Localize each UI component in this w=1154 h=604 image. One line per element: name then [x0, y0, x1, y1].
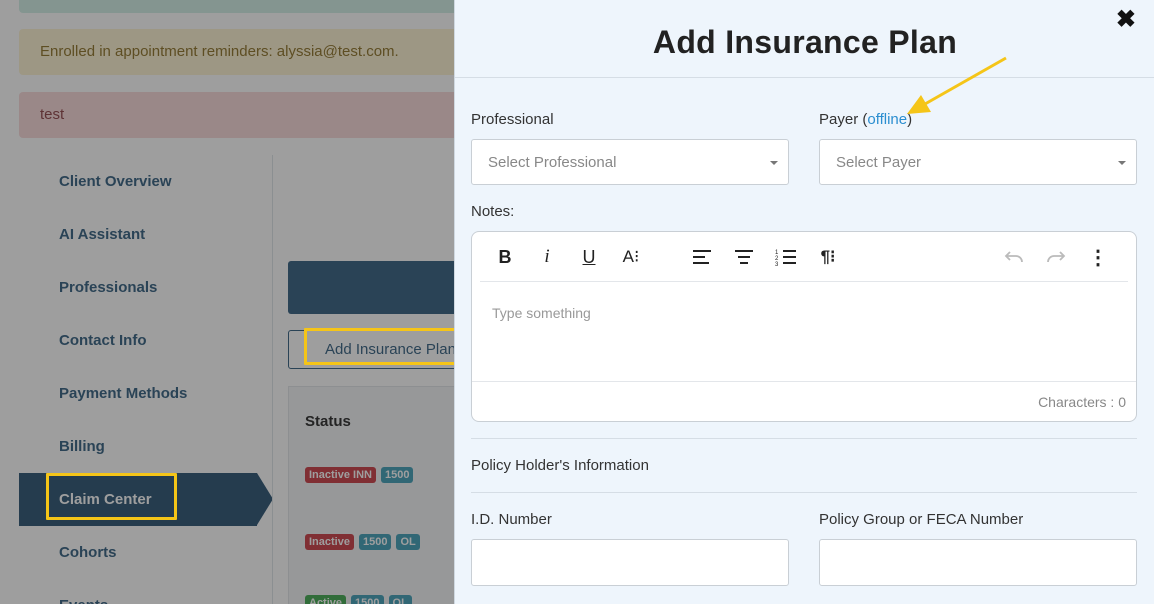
annotation-arrow-icon: [907, 56, 1007, 114]
